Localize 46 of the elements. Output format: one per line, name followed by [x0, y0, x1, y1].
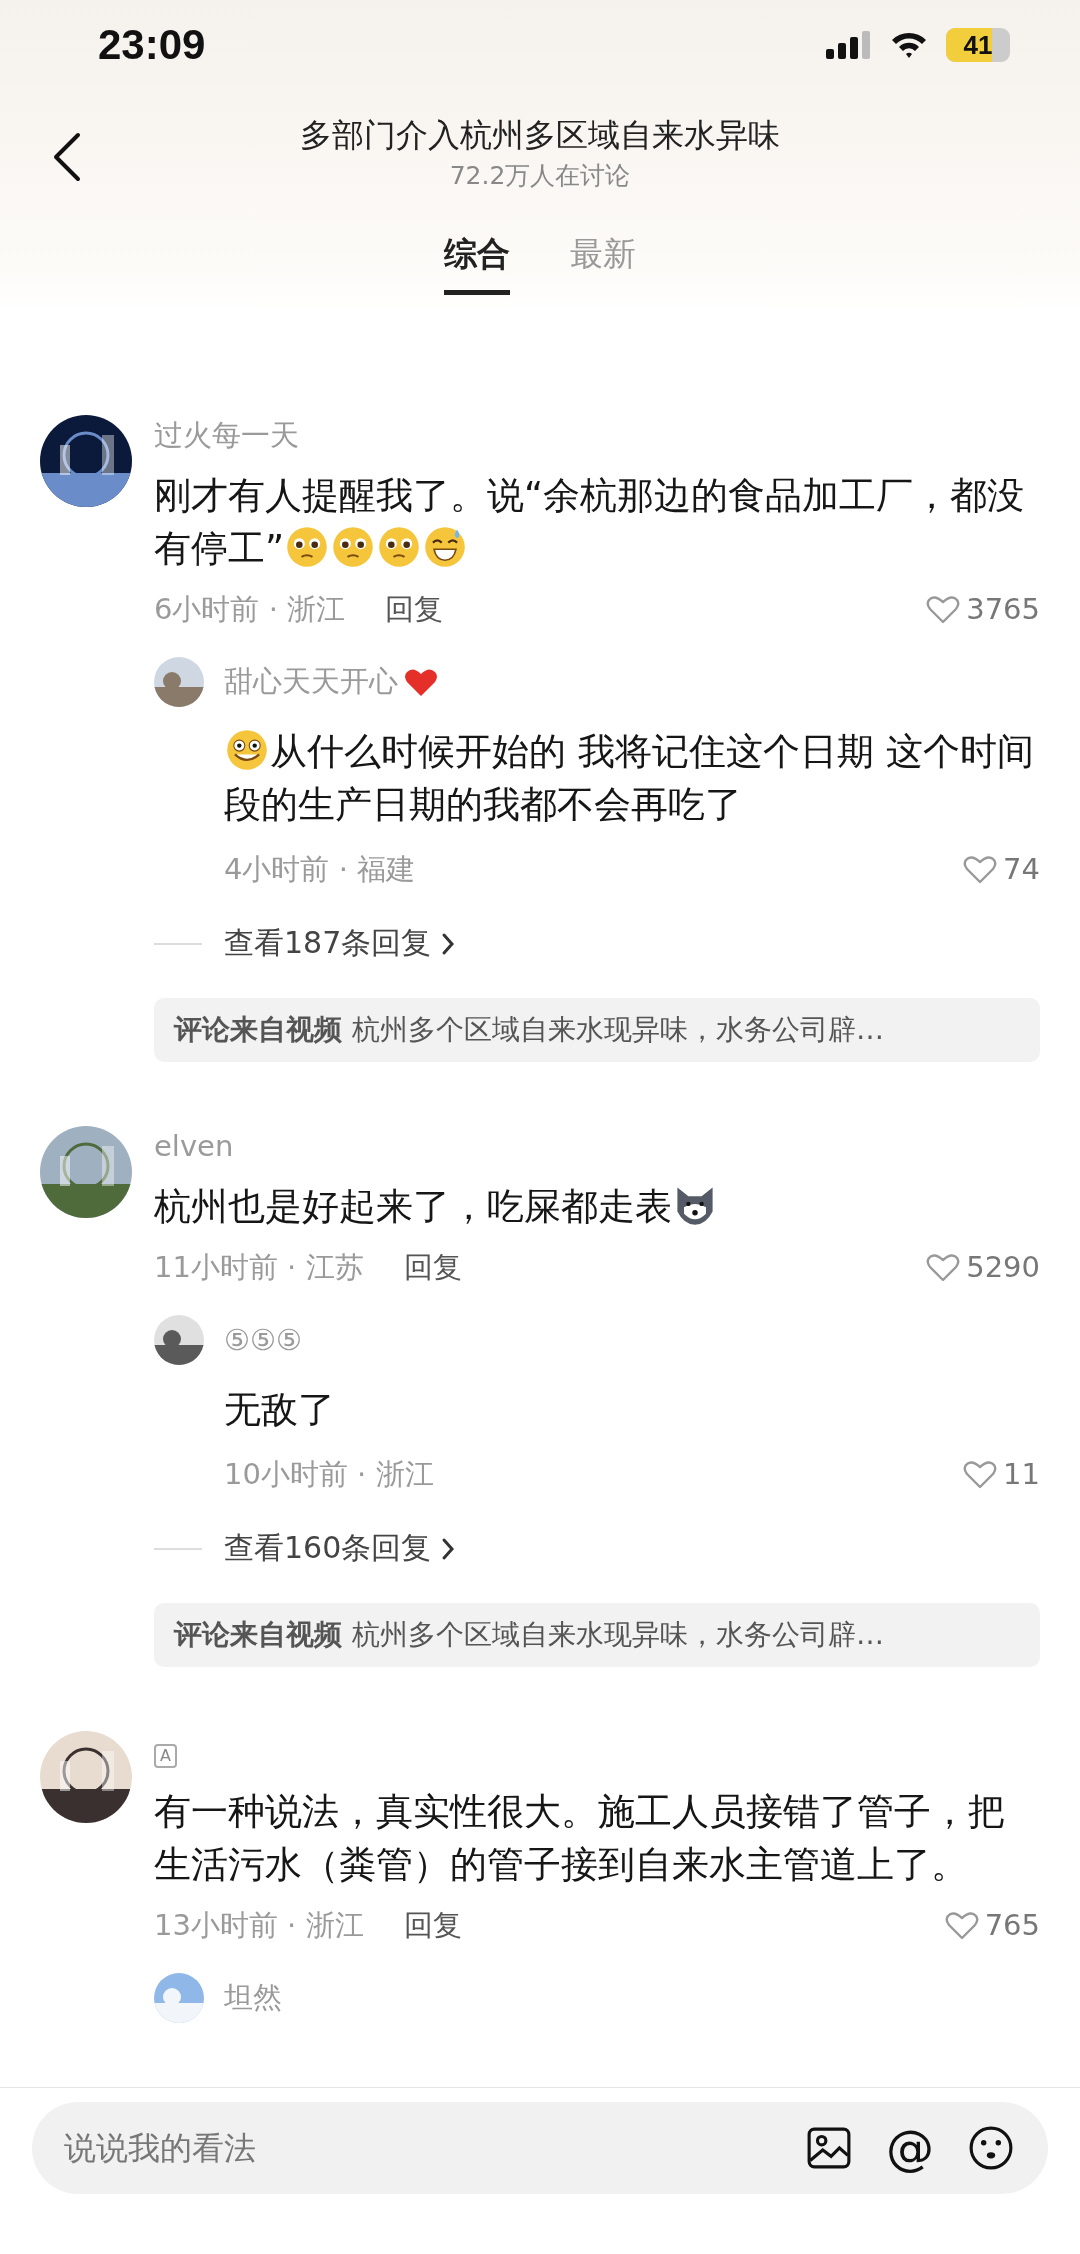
- reply-text: 无敌了: [224, 1387, 336, 1433]
- wifi-icon: [890, 31, 928, 59]
- reply-text: 从什么时候开始的 我将记住这个日期 这个时间段的生产日期的我都不会再吃了: [224, 727, 1035, 828]
- discussion-count: 72.2万人在讨论: [448, 160, 632, 192]
- source-title: 杭州多个区域自来水现异味，水务公司辟…: [352, 1013, 884, 1046]
- tab[interactable]: 综合: [444, 232, 510, 295]
- comment-text: 刚才有人提醒我了。说“余杭那边的食品加工厂，都没有停工”: [154, 473, 1026, 572]
- like-icon[interactable]: [926, 594, 961, 624]
- reply-time-location: 4小时前 · 福建: [224, 851, 416, 888]
- like-icon[interactable]: [926, 1252, 961, 1282]
- source-label: 评论来自视频: [174, 1618, 342, 1651]
- mention-button[interactable]: @: [886, 2124, 934, 2172]
- reply-link[interactable]: 回复: [403, 1905, 462, 1945]
- image-icon[interactable]: [806, 2125, 852, 2171]
- comment-time-location: 13小时前 · 浙江: [154, 1907, 364, 1944]
- source-title: 杭州多个区域自来水现异味，水务公司辟…: [352, 1618, 884, 1651]
- like-count: 5290: [966, 1249, 1040, 1286]
- comment-input-field[interactable]: 说说我的看法 @: [32, 2102, 1048, 2194]
- like-icon[interactable]: [963, 1459, 998, 1489]
- like-count: 11: [1003, 1456, 1040, 1493]
- comment-time-location: 6小时前 · 浙江: [154, 591, 346, 628]
- emoji-icon[interactable]: [968, 2125, 1014, 2171]
- comment-text: 杭州也是好起来了，吃屎都走表: [154, 1180, 1040, 1233]
- like-icon[interactable]: [944, 1910, 979, 1940]
- video-source-banner[interactable]: 评论来自视频 杭州多个区域自来水现异味，水务公司辟…: [154, 1603, 1040, 1667]
- chevron-icon[interactable]: [441, 1536, 456, 1561]
- chevron-icon[interactable]: [441, 931, 456, 956]
- reply-time-location: 10小时前 · 浙江: [224, 1456, 434, 1493]
- like-icon[interactable]: [963, 854, 998, 884]
- view-replies-link[interactable]: 查看160条回复: [224, 1528, 432, 1569]
- reply-link[interactable]: 回复: [385, 589, 444, 629]
- signal-icon: [826, 31, 872, 59]
- like-count: 765: [984, 1907, 1040, 1944]
- reply-link[interactable]: 回复: [403, 1247, 462, 1287]
- user-badge: A: [154, 1744, 177, 1768]
- like-count: 3765: [966, 591, 1040, 628]
- page-title: 多部门介入杭州多区域自来水异味: [300, 115, 780, 156]
- battery-indicator: 41: [946, 28, 1010, 62]
- video-source-banner[interactable]: 评论来自视频 杭州多个区域自来水现异味，水务公司辟…: [154, 998, 1040, 1062]
- back-icon[interactable]: [52, 132, 82, 182]
- like-count: 74: [1003, 851, 1040, 888]
- comment-text: 有一种说法，真实性很大。施工人员接错了管子，把生活污水（粪管）的管子接到自来水主管道上了。: [154, 1789, 1006, 1888]
- comment-time-location: 11小时前 · 江苏: [154, 1249, 364, 1286]
- view-replies-link[interactable]: 查看187条回复: [224, 923, 432, 964]
- status-time: 23:09: [98, 21, 206, 69]
- source-label: 评论来自视频: [174, 1013, 342, 1046]
